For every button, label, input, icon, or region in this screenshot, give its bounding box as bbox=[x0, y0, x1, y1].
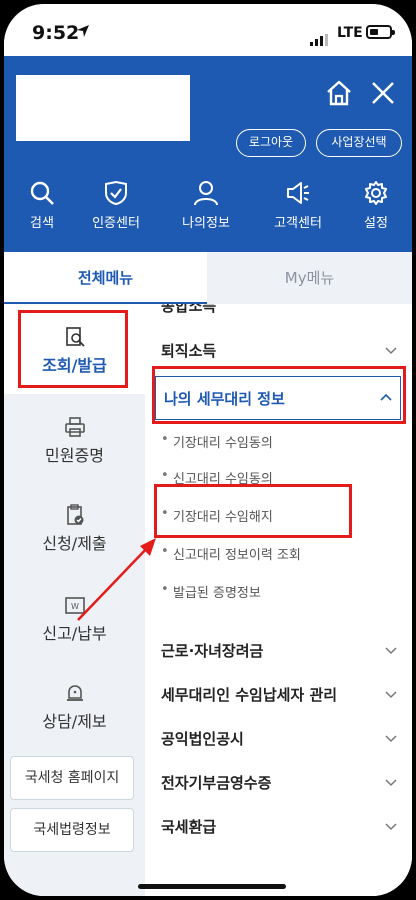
tab-all-menu[interactable]: 전체메뉴 bbox=[4, 252, 207, 304]
quick-auth-center[interactable]: 인증센터 bbox=[84, 180, 148, 231]
network-type: LTE bbox=[337, 25, 363, 41]
menu-row-label: 세무대리인 수임납세자 관리 bbox=[161, 686, 338, 704]
menu-row-label: 공익법인공시 bbox=[161, 730, 244, 748]
menu-row[interactable]: 세무대리인 수임납세자 관리 bbox=[161, 684, 401, 708]
quick-search-label: 검색 bbox=[30, 216, 54, 231]
quick-search[interactable]: 검색 bbox=[10, 180, 74, 231]
location-arrow-icon bbox=[77, 25, 89, 37]
sidebar-item-apply-submit[interactable]: 신청/제출 bbox=[4, 504, 145, 554]
quick-settings-label: 설정 bbox=[364, 216, 388, 231]
shield-check-icon bbox=[105, 180, 127, 206]
search-icon bbox=[30, 181, 54, 205]
sidebar-item-report-pay[interactable]: W 신고/납부 bbox=[4, 594, 145, 644]
sidebar-item-label: 민원증명 bbox=[45, 446, 104, 465]
menu-row[interactable]: 공익법인공시 bbox=[161, 728, 401, 752]
quick-my-info-label: 나의정보 bbox=[182, 216, 230, 231]
sidebar-item-certificate[interactable]: 민원증명 bbox=[4, 416, 145, 466]
clipboard-check-icon bbox=[66, 504, 83, 525]
home-indicator bbox=[138, 884, 286, 889]
quick-customer-center[interactable]: 고객센터 bbox=[266, 180, 330, 231]
business-select-button[interactable]: 사업장선택 bbox=[316, 129, 402, 157]
megaphone-icon bbox=[287, 182, 309, 204]
signal-icon bbox=[310, 27, 330, 46]
menu-row[interactable]: 근로·자녀장려금 bbox=[161, 640, 401, 664]
menu-row[interactable]: 국세환급 bbox=[161, 816, 401, 840]
tab-my-menu[interactable]: My메뉴 bbox=[207, 252, 412, 304]
highlight-box-termination bbox=[154, 484, 352, 538]
menu-row-label: 전자기부금영수증 bbox=[161, 774, 272, 792]
home-icon[interactable] bbox=[324, 78, 354, 108]
menu-row-partial[interactable]: 종합소득 bbox=[161, 304, 216, 316]
svg-text:W: W bbox=[71, 602, 79, 611]
battery-icon bbox=[366, 25, 395, 39]
highlight-box-tax-agent bbox=[152, 366, 406, 424]
gear-icon bbox=[365, 181, 387, 205]
quick-settings[interactable]: 설정 bbox=[344, 180, 408, 231]
sidebar-item-label: 신고/납부 bbox=[42, 624, 107, 643]
menu-tabs: 전체메뉴 My메뉴 bbox=[4, 252, 412, 304]
won-receipt-icon: W bbox=[64, 597, 85, 614]
menu-row-retirement-income[interactable]: 퇴직소득 bbox=[161, 340, 401, 364]
chevron-down-icon bbox=[385, 647, 397, 655]
printer-icon bbox=[64, 417, 85, 437]
person-icon bbox=[194, 181, 218, 206]
chevron-down-icon bbox=[385, 823, 397, 831]
menu-row[interactable]: 전자기부금영수증 bbox=[161, 772, 401, 796]
menu-header: 로그아웃 사업장선택 검색 인증센터 나의정보 고객센터 설정 bbox=[4, 56, 412, 252]
phone-screen: 9:52 LTE 로그아웃 사업장선택 검색 인증센터 나의정보 고객센터 설정… bbox=[4, 4, 412, 896]
logo-placeholder bbox=[16, 75, 190, 141]
bell-icon bbox=[66, 685, 83, 701]
menu-row-label: 근로·자녀장려금 bbox=[161, 642, 264, 660]
status-bar: 9:52 LTE bbox=[4, 4, 412, 58]
quick-my-info[interactable]: 나의정보 bbox=[174, 180, 238, 231]
submenu-item[interactable]: 발급된 증명정보 bbox=[161, 582, 403, 601]
status-time: 9:52 bbox=[32, 22, 80, 44]
sidebar: 조회/발급 민원증명 신청/제출 W 신고/납부 상담/제보 국세청 홈페이지 … bbox=[4, 304, 145, 896]
submenu-item[interactable]: 기장대리 수임동의 bbox=[161, 432, 403, 451]
quick-auth-label: 인증센터 bbox=[92, 216, 140, 231]
close-icon[interactable] bbox=[368, 78, 398, 108]
chevron-down-icon bbox=[385, 691, 397, 699]
nts-homepage-link[interactable]: 국세청 홈페이지 bbox=[10, 756, 134, 800]
submenu-item[interactable]: 신고대리 정보이력 조회 bbox=[161, 544, 403, 563]
chevron-down-icon bbox=[385, 347, 397, 355]
quick-customer-label: 고객센터 bbox=[274, 216, 322, 231]
highlight-box-lookup bbox=[18, 310, 128, 388]
nts-law-info-link[interactable]: 국세법령정보 bbox=[10, 808, 134, 852]
sidebar-item-label: 신청/제출 bbox=[42, 534, 107, 553]
sidebar-item-label: 상담/제보 bbox=[42, 712, 107, 731]
logout-button[interactable]: 로그아웃 bbox=[236, 129, 306, 157]
menu-row-label: 퇴직소득 bbox=[161, 342, 217, 360]
menu-row-label: 국세환급 bbox=[161, 818, 217, 836]
sidebar-item-consult-report[interactable]: 상담/제보 bbox=[4, 682, 145, 732]
chevron-down-icon bbox=[385, 779, 397, 787]
chevron-down-icon bbox=[385, 735, 397, 743]
